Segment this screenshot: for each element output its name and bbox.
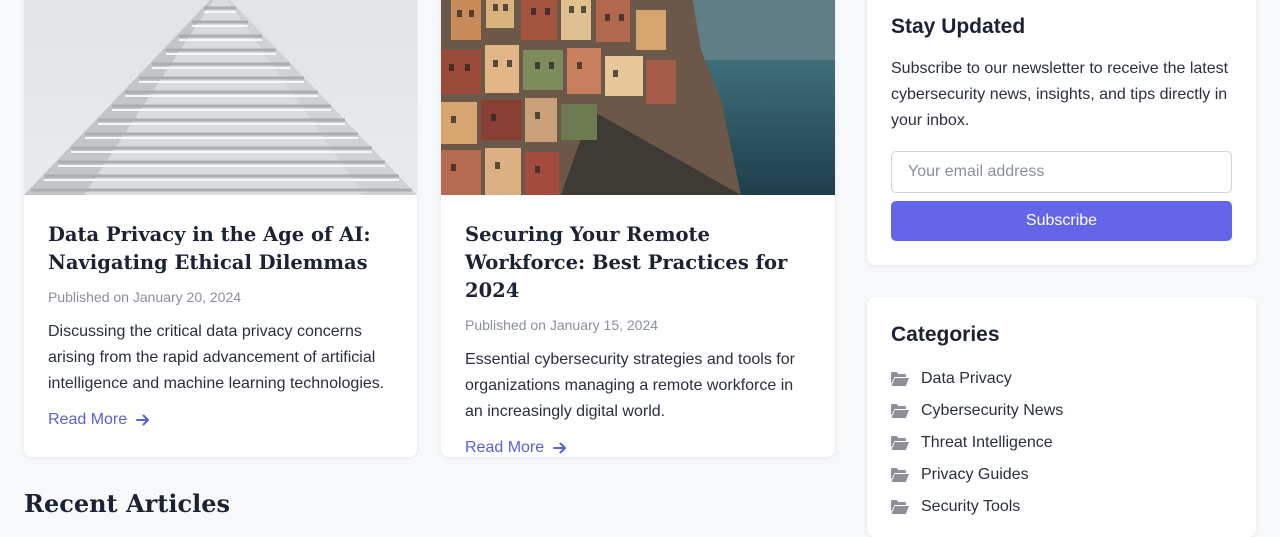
category-label: Privacy Guides xyxy=(921,466,1029,483)
article-card: Securing Your Remote Workforce: Best Pra… xyxy=(441,0,835,457)
folder-open-icon xyxy=(891,404,909,418)
categories-title: Categories xyxy=(891,323,1000,346)
folder-open-icon xyxy=(891,372,909,386)
article-date: Published on January 20, 2024 xyxy=(48,289,242,305)
category-label: Cybersecurity News xyxy=(921,402,1064,419)
article-date: Published on January 15, 2024 xyxy=(465,317,659,333)
article-title[interactable]: Securing Your Remote Workforce: Best Pra… xyxy=(465,221,815,305)
read-more-label: Read More xyxy=(465,439,545,456)
read-more-label: Read More xyxy=(48,411,128,428)
read-more-link[interactable]: Read More xyxy=(465,439,568,457)
recent-articles-heading: Recent Articles xyxy=(24,489,230,518)
category-item-data-privacy[interactable]: Data Privacy xyxy=(891,363,1063,395)
article-card: Data Privacy in the Age of AI: Navigatin… xyxy=(24,0,417,457)
folder-open-icon xyxy=(891,436,909,450)
folder-open-icon xyxy=(891,468,909,482)
categories-widget: Categories Data Privacy Cybersecurity Ne… xyxy=(867,297,1256,537)
category-item-threat-intelligence[interactable]: Threat Intelligence xyxy=(891,427,1063,459)
article-excerpt: Discussing the critical data privacy con… xyxy=(48,323,385,392)
category-item-security-tools[interactable]: Security Tools xyxy=(891,491,1063,523)
email-input[interactable] xyxy=(891,151,1232,193)
category-item-cybersecurity-news[interactable]: Cybersecurity News xyxy=(891,395,1063,427)
arrow-right-icon xyxy=(553,442,567,454)
article-image-stepped-building[interactable] xyxy=(24,0,417,195)
article-title[interactable]: Data Privacy in the Age of AI: Navigatin… xyxy=(48,221,397,277)
arrow-right-icon xyxy=(136,414,150,426)
folder-open-icon xyxy=(891,500,909,514)
category-item-privacy-guides[interactable]: Privacy Guides xyxy=(891,459,1063,491)
newsletter-description: Subscribe to our newsletter to receive t… xyxy=(891,60,1229,129)
category-label: Threat Intelligence xyxy=(921,434,1053,451)
article-image-cliffside-village[interactable] xyxy=(441,0,835,195)
category-list: Data Privacy Cybersecurity News Threat I… xyxy=(891,363,1063,523)
category-label: Data Privacy xyxy=(921,370,1012,387)
newsletter-widget: Stay Updated Subscribe to our newsletter… xyxy=(867,0,1256,265)
subscribe-button[interactable]: Subscribe xyxy=(891,201,1232,241)
newsletter-title: Stay Updated xyxy=(891,15,1026,38)
read-more-link[interactable]: Read More xyxy=(48,411,151,429)
category-label: Security Tools xyxy=(921,498,1021,515)
article-excerpt: Essential cybersecurity strategies and t… xyxy=(465,351,795,420)
